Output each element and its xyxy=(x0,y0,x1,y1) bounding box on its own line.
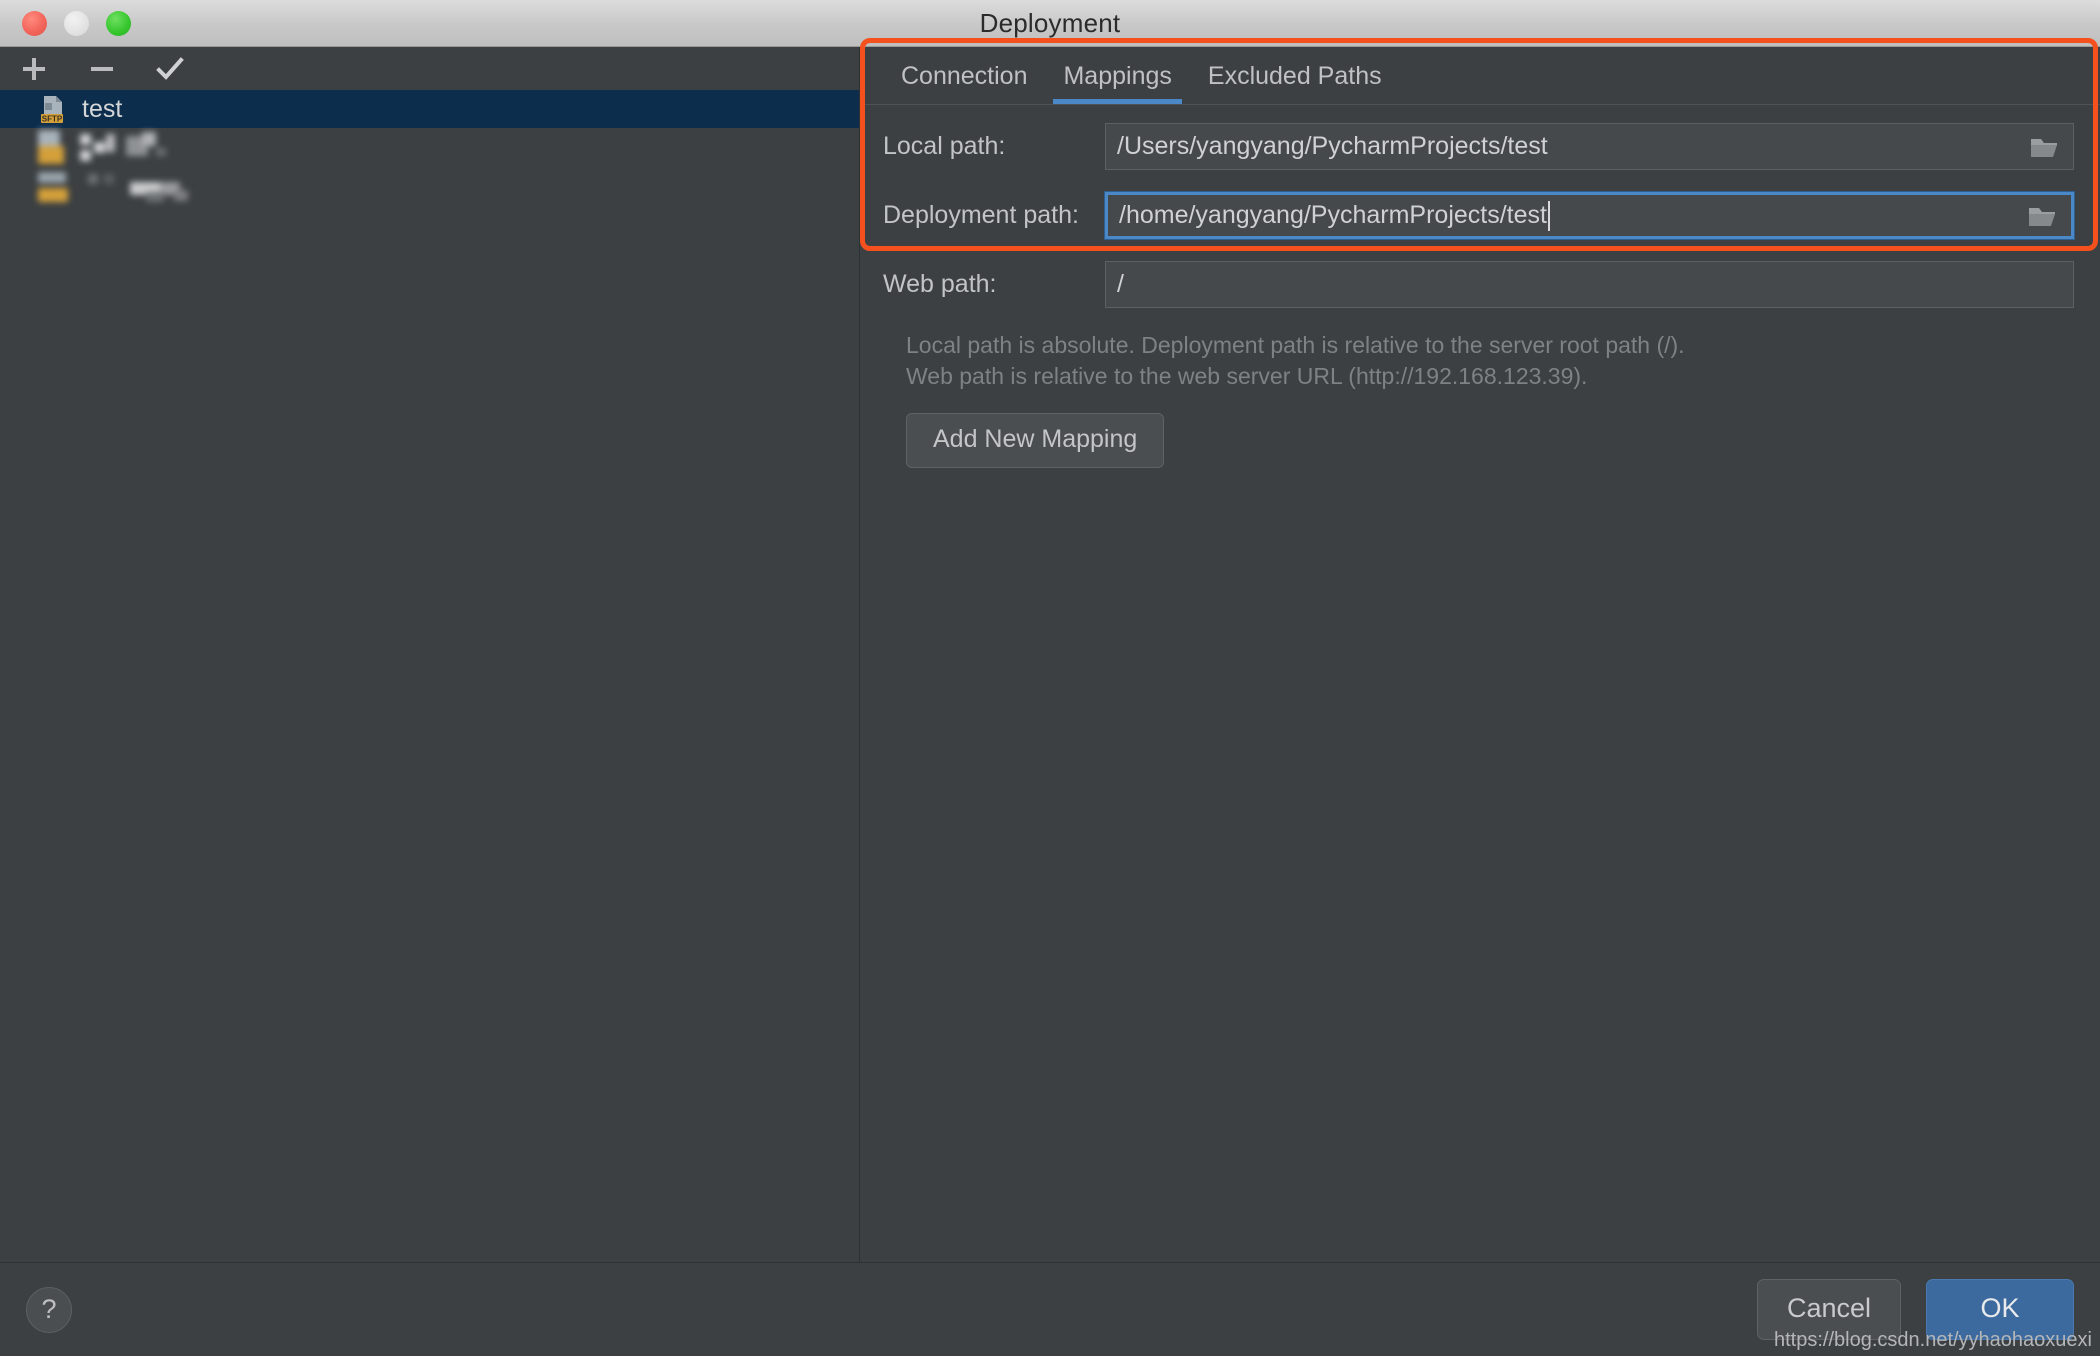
add-new-mapping-button[interactable]: Add New Mapping xyxy=(906,413,1165,469)
mappings-help-text: Local path is absolute. Deployment path … xyxy=(906,330,2074,391)
dialog-body: SFTP test Connection Mappings Excluded P… xyxy=(0,47,2100,1262)
help-button[interactable]: ? xyxy=(26,1286,72,1333)
tab-mappings[interactable]: Mappings xyxy=(1045,62,1189,104)
deployment-path-input[interactable]: /home/yangyang/PycharmProjects/test xyxy=(1105,192,2074,239)
folder-icon[interactable] xyxy=(2027,203,2057,229)
plus-icon xyxy=(23,57,45,80)
sftp-server-icon: SFTP xyxy=(38,94,68,124)
zoom-button[interactable] xyxy=(106,10,131,36)
list-item[interactable] xyxy=(0,168,859,208)
mappings-panel: Connection Mappings Excluded Paths Local… xyxy=(860,47,2100,1262)
folder-icon[interactable] xyxy=(2029,134,2059,160)
help-line-2: Web path is relative to the web server U… xyxy=(906,362,1588,389)
list-item[interactable]: SFTP test xyxy=(0,90,859,128)
set-default-button[interactable] xyxy=(150,52,190,86)
close-button[interactable] xyxy=(22,10,47,36)
minus-icon xyxy=(91,66,113,71)
local-path-row: Local path: /Users/yangyang/PycharmProje… xyxy=(883,123,2074,170)
local-path-value: /Users/yangyang/PycharmProjects/test xyxy=(1117,132,1548,160)
web-path-label: Web path: xyxy=(883,270,997,298)
svg-text:SFTP: SFTP xyxy=(42,115,63,124)
local-path-input[interactable]: /Users/yangyang/PycharmProjects/test xyxy=(1105,123,2074,170)
local-path-label: Local path: xyxy=(883,132,1006,160)
servers-sidebar: SFTP test xyxy=(0,47,860,1262)
deployment-path-label: Deployment path: xyxy=(883,201,1079,229)
web-path-input[interactable]: / xyxy=(1105,261,2074,308)
remove-server-button[interactable] xyxy=(82,52,122,86)
deployment-dialog: Deployment SFTP test Connection Mappings… xyxy=(0,0,2100,1356)
tab-connection[interactable]: Connection xyxy=(883,62,1045,104)
list-item[interactable] xyxy=(0,128,859,168)
minimize-button[interactable] xyxy=(64,10,89,36)
watermark: https://blog.csdn.net/yyhaohaoxuexi xyxy=(1774,1329,2092,1351)
tab-excluded-paths[interactable]: Excluded Paths xyxy=(1190,62,1400,104)
text-caret xyxy=(1547,200,1550,231)
check-icon xyxy=(156,56,184,80)
list-item-label: test xyxy=(82,94,123,123)
redacted-server-entry xyxy=(34,170,294,206)
add-server-button[interactable] xyxy=(14,52,54,86)
window-title: Deployment xyxy=(979,7,1121,38)
web-path-row: Web path: / xyxy=(883,261,2074,308)
server-tree: SFTP test xyxy=(0,90,859,1262)
redacted-server-entry xyxy=(34,130,264,166)
mappings-form: Local path: /Users/yangyang/PycharmProje… xyxy=(860,105,2100,469)
window-titlebar: Deployment xyxy=(0,0,2100,47)
tab-bar: Connection Mappings Excluded Paths xyxy=(860,47,2100,105)
deployment-path-row: Deployment path: /home/yangyang/PycharmP… xyxy=(883,192,2074,239)
dialog-footer: ? Cancel OK https://blog.csdn.net/yyhaoh… xyxy=(0,1262,2100,1356)
web-path-value: / xyxy=(1117,270,1124,298)
sidebar-toolbar xyxy=(0,47,859,90)
help-line-1: Local path is absolute. Deployment path … xyxy=(906,332,1685,358)
deployment-path-value: /home/yangyang/PycharmProjects/test xyxy=(1119,201,1547,229)
traffic-lights xyxy=(22,10,131,36)
